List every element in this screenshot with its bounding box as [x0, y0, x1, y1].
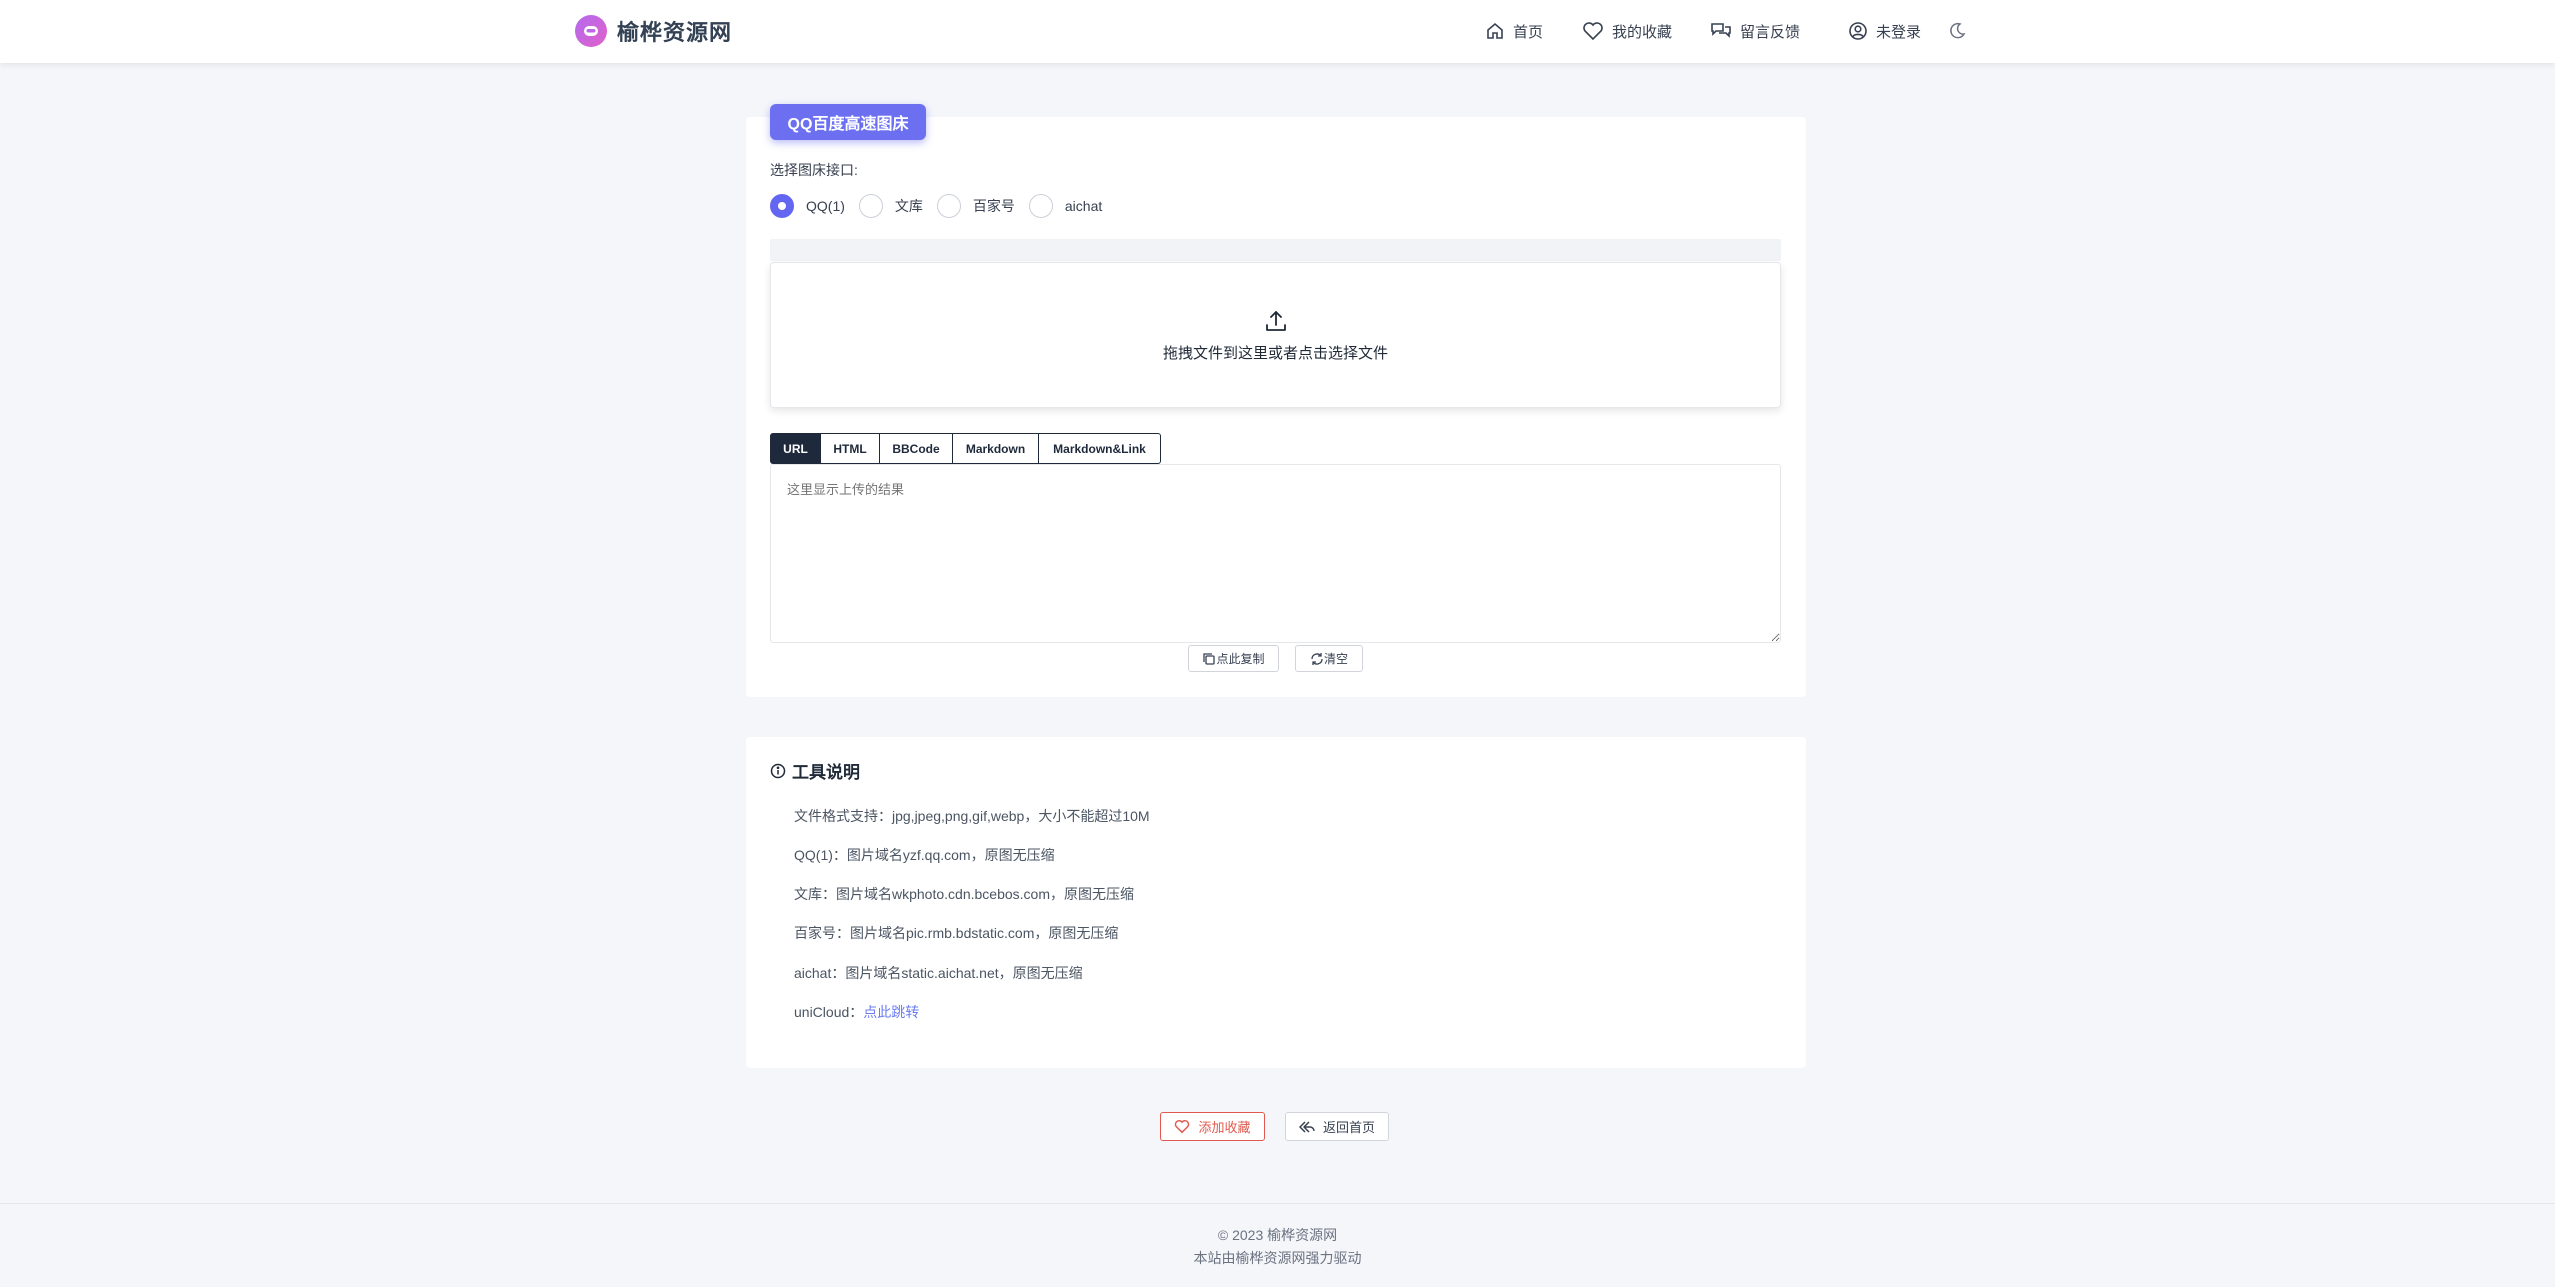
radio-wenku-label[interactable]: 文库: [895, 196, 923, 216]
radio-aichat-label[interactable]: aichat: [1065, 198, 1102, 214]
tool-info-unicloud: uniCloud：点此跳转: [794, 1002, 919, 1022]
chat-bubbles-icon: [1711, 23, 1731, 38]
add-favorite-button[interactable]: 添加收藏: [1160, 1112, 1265, 1141]
interface-label: 选择图床接口:: [770, 162, 858, 178]
brand[interactable]: 榆桦资源网: [575, 14, 732, 48]
interface-radio-group: QQ(1) 文库 百家号 aichat: [770, 194, 1116, 218]
dropzone-text: 拖拽文件到这里或者点击选择文件: [1162, 344, 1388, 362]
tab-url[interactable]: URL: [770, 433, 821, 464]
nav-login-label: 未登录: [1876, 23, 1922, 41]
format-tabs: URL HTML BBCode Markdown Markdown&Link: [770, 433, 1161, 464]
home-icon: [1487, 22, 1503, 39]
file-dropzone[interactable]: 拖拽文件到这里或者点击选择文件: [770, 262, 1781, 408]
refresh-icon: [1311, 652, 1323, 665]
heart-icon: [1175, 1119, 1190, 1134]
theme-toggle[interactable]: [1948, 14, 1974, 48]
upload-icon: [1265, 310, 1286, 331]
radio-aichat[interactable]: [1028, 194, 1053, 218]
footer-copyright: © 2023 榆桦资源网: [1217, 1227, 1338, 1243]
unicloud-link[interactable]: 点此跳转: [863, 1004, 919, 1020]
top-header: 榆桦资源网 首页 我的收藏 留言反馈 未登录: [0, 0, 2555, 63]
radio-baijiahao-label[interactable]: 百家号: [973, 196, 1015, 216]
radio-baijiahao[interactable]: [936, 194, 961, 218]
upload-progress-bar: [770, 239, 1781, 261]
add-favorite-label: 添加收藏: [1198, 1120, 1251, 1135]
tool-info-line: QQ(1)：图片域名yzf.qq.com，原图无压缩: [794, 847, 1055, 863]
footer-powered: 本站由榆桦资源网强力驱动: [1193, 1250, 1362, 1266]
brand-logo-icon: [575, 15, 607, 47]
copy-button-label: 点此复制: [1216, 652, 1265, 666]
user-circle-icon: [1849, 22, 1867, 40]
tool-info-line: aichat：图片域名static.aichat.net，原图无压缩: [794, 965, 1083, 981]
back-home-button[interactable]: 返回首页: [1285, 1112, 1389, 1141]
radio-qq-label[interactable]: QQ(1): [806, 198, 845, 214]
moon-icon: [1950, 22, 1966, 39]
result-textarea[interactable]: [770, 464, 1781, 643]
tool-info-title-text: 工具说明: [792, 763, 860, 782]
tool-info-line: 百家号：图片域名pic.rmb.bdstatic.com，原图无压缩: [794, 925, 1119, 941]
nav-feedback-label: 留言反馈: [1740, 23, 1801, 41]
footer: © 2023 榆桦资源网 本站由榆桦资源网强力驱动: [0, 1203, 2555, 1287]
brand-name: 榆桦资源网: [617, 20, 733, 45]
tab-markdown-link[interactable]: Markdown&Link: [1039, 433, 1161, 464]
copy-button[interactable]: 点此复制: [1188, 645, 1279, 672]
nav-login[interactable]: 未登录: [1848, 14, 1921, 48]
nav-home[interactable]: 首页: [1485, 14, 1543, 48]
nav-home-label: 首页: [1513, 23, 1544, 41]
tool-info-line: 文库：图片域名wkphoto.cdn.bcebos.com，原图无压缩: [794, 886, 1134, 902]
heart-icon: [1583, 22, 1603, 41]
clear-button-label: 清空: [1323, 652, 1348, 666]
tab-markdown[interactable]: Markdown: [953, 433, 1039, 464]
reply-arrow-icon: [1299, 1120, 1315, 1133]
unicloud-prefix: uniCloud：: [794, 1004, 864, 1020]
card-title-tag: QQ百度高速图床: [770, 104, 926, 140]
info-icon: [770, 763, 786, 778]
nav-feedback[interactable]: 留言反馈: [1710, 14, 1800, 48]
radio-qq[interactable]: [770, 194, 794, 218]
nav-favorites-label: 我的收藏: [1612, 23, 1673, 41]
copy-icon: [1203, 652, 1216, 665]
radio-wenku[interactable]: [858, 194, 883, 218]
tool-info-line: 文件格式支持：jpg,jpeg,png,gif,webp，大小不能超过10M: [794, 808, 1150, 824]
back-home-label: 返回首页: [1322, 1120, 1375, 1135]
clear-button[interactable]: 清空: [1295, 645, 1363, 672]
tab-bbcode[interactable]: BBCode: [880, 433, 953, 464]
tab-html[interactable]: HTML: [821, 433, 880, 464]
tool-info-title: 工具说明: [770, 758, 860, 783]
nav-favorites[interactable]: 我的收藏: [1582, 14, 1672, 48]
